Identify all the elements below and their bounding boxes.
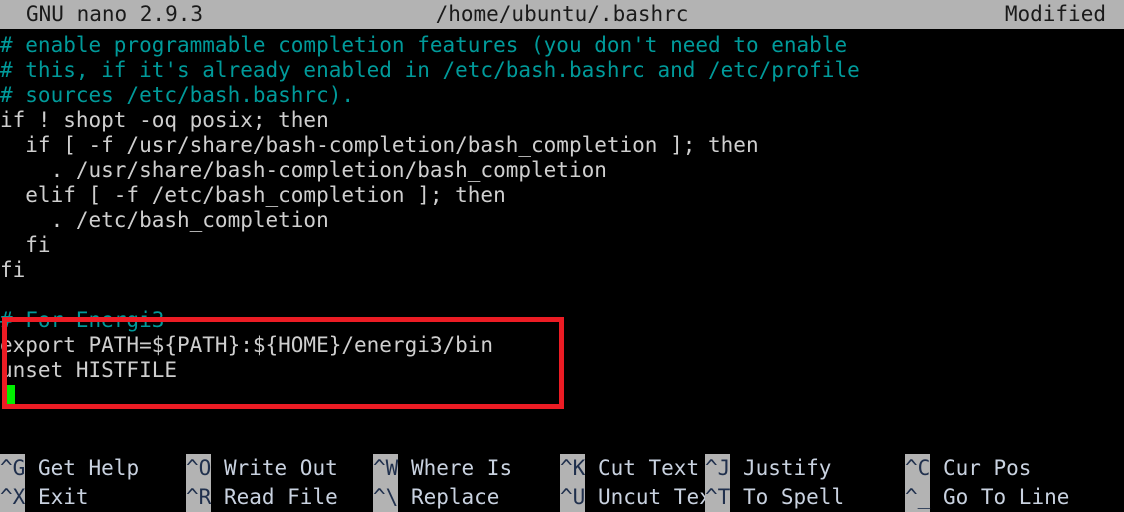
shortcut-key-badge: ^O — [186, 454, 212, 483]
shortcut-label: Replace — [398, 485, 500, 509]
code-line: elif [ -f /etc/bash_completion ]; then — [0, 183, 506, 207]
shortcut-key-badge: ^U — [560, 483, 586, 512]
shortcut-where-is[interactable]: ^W Where Is — [373, 454, 512, 483]
shortcut-to-spell[interactable]: ^T To Spell — [705, 483, 844, 512]
shortcut-key-badge: ^T — [705, 483, 731, 512]
shortcut-key-badge: ^K — [560, 454, 586, 483]
shortcut-get-help[interactable]: ^G Get Help — [0, 454, 139, 483]
shortcut-label: Go To Line — [930, 485, 1070, 509]
shortcut-label: Get Help — [25, 456, 140, 480]
shortcut-cur-pos[interactable]: ^C Cur Pos — [905, 454, 1031, 483]
code-line: fi — [0, 258, 26, 282]
shortcut-label: Exit — [25, 485, 89, 509]
shortcut-key-badge: ^W — [373, 454, 399, 483]
shortcut-row-1: ^G Get Help ^O Write Out ^W Where Is ^K Cut… — [0, 454, 1124, 483]
code-line: # this, if it's already enabled in /etc/… — [0, 58, 860, 82]
code-line: if [ -f /usr/share/bash-completion/bash_… — [0, 133, 759, 157]
shortcut-key-badge: ^J — [705, 454, 731, 483]
shortcut-exit[interactable]: ^X Exit — [0, 483, 89, 512]
shortcut-help-bar: ^G Get Help ^O Write Out ^W Where Is ^K Cut… — [0, 454, 1124, 512]
shortcut-cut-text[interactable]: ^K Cut Text — [560, 454, 699, 483]
editor-text-area[interactable]: # enable programmable completion feature… — [0, 29, 1124, 445]
code-line: unset HISTFILE — [0, 358, 178, 382]
shortcut-label: Where Is — [398, 456, 513, 480]
nano-editor-window: GNU nano 2.9.3 /home/ubuntu/.bashrc Modi… — [0, 0, 1124, 512]
code-line: if ! shopt -oq posix; then — [0, 108, 329, 132]
code-line: # For Energi3 — [0, 308, 165, 332]
shortcut-label: Cut Text — [585, 456, 700, 480]
shortcut-label: Justify — [730, 456, 832, 480]
shortcut-label: Cur Pos — [930, 456, 1032, 480]
code-line: . /etc/bash_completion — [0, 208, 329, 232]
shortcut-replace[interactable]: ^\ Replace — [373, 483, 499, 512]
code-line: # enable programmable completion feature… — [0, 33, 848, 57]
shortcut-key-badge: ^\ — [373, 483, 399, 512]
shortcut-justify[interactable]: ^J Justify — [705, 454, 831, 483]
shortcut-row-2: ^X Exit ^R Read File ^\ Replace ^U Uncut Te… — [0, 483, 1124, 512]
shortcut-label: Write Out — [211, 456, 338, 480]
shortcut-label: Read File — [211, 485, 338, 509]
titlebar: GNU nano 2.9.3 /home/ubuntu/.bashrc Modi… — [0, 0, 1124, 29]
shortcut-key-badge: ^_ — [905, 483, 931, 512]
shortcut-key-badge: ^X — [0, 483, 26, 512]
code-line: export PATH=${PATH}:${HOME}/energi3/bin — [0, 333, 494, 357]
shortcut-write-out[interactable]: ^O Write Out — [186, 454, 338, 483]
shortcut-read-file[interactable]: ^R Read File — [186, 483, 338, 512]
shortcut-uncut-text[interactable]: ^U Uncut Text — [560, 483, 724, 512]
code-line: . /usr/share/bash-completion/bash_comple… — [0, 158, 607, 182]
code-line: # sources /etc/bash.bashrc). — [0, 83, 355, 107]
code-line: fi — [0, 233, 51, 257]
modified-status-badge: Modified — [1004, 2, 1106, 26]
shortcut-key-badge: ^R — [186, 483, 212, 512]
shortcut-key-badge: ^C — [905, 454, 931, 483]
shortcut-label: Uncut Text — [585, 485, 725, 509]
shortcut-label: To Spell — [730, 485, 845, 509]
file-path-label: /home/ubuntu/.bashrc — [435, 2, 689, 26]
shortcut-go-to-line[interactable]: ^_ Go To Line — [905, 483, 1069, 512]
text-cursor — [2, 385, 15, 407]
shortcut-key-badge: ^G — [0, 454, 26, 483]
